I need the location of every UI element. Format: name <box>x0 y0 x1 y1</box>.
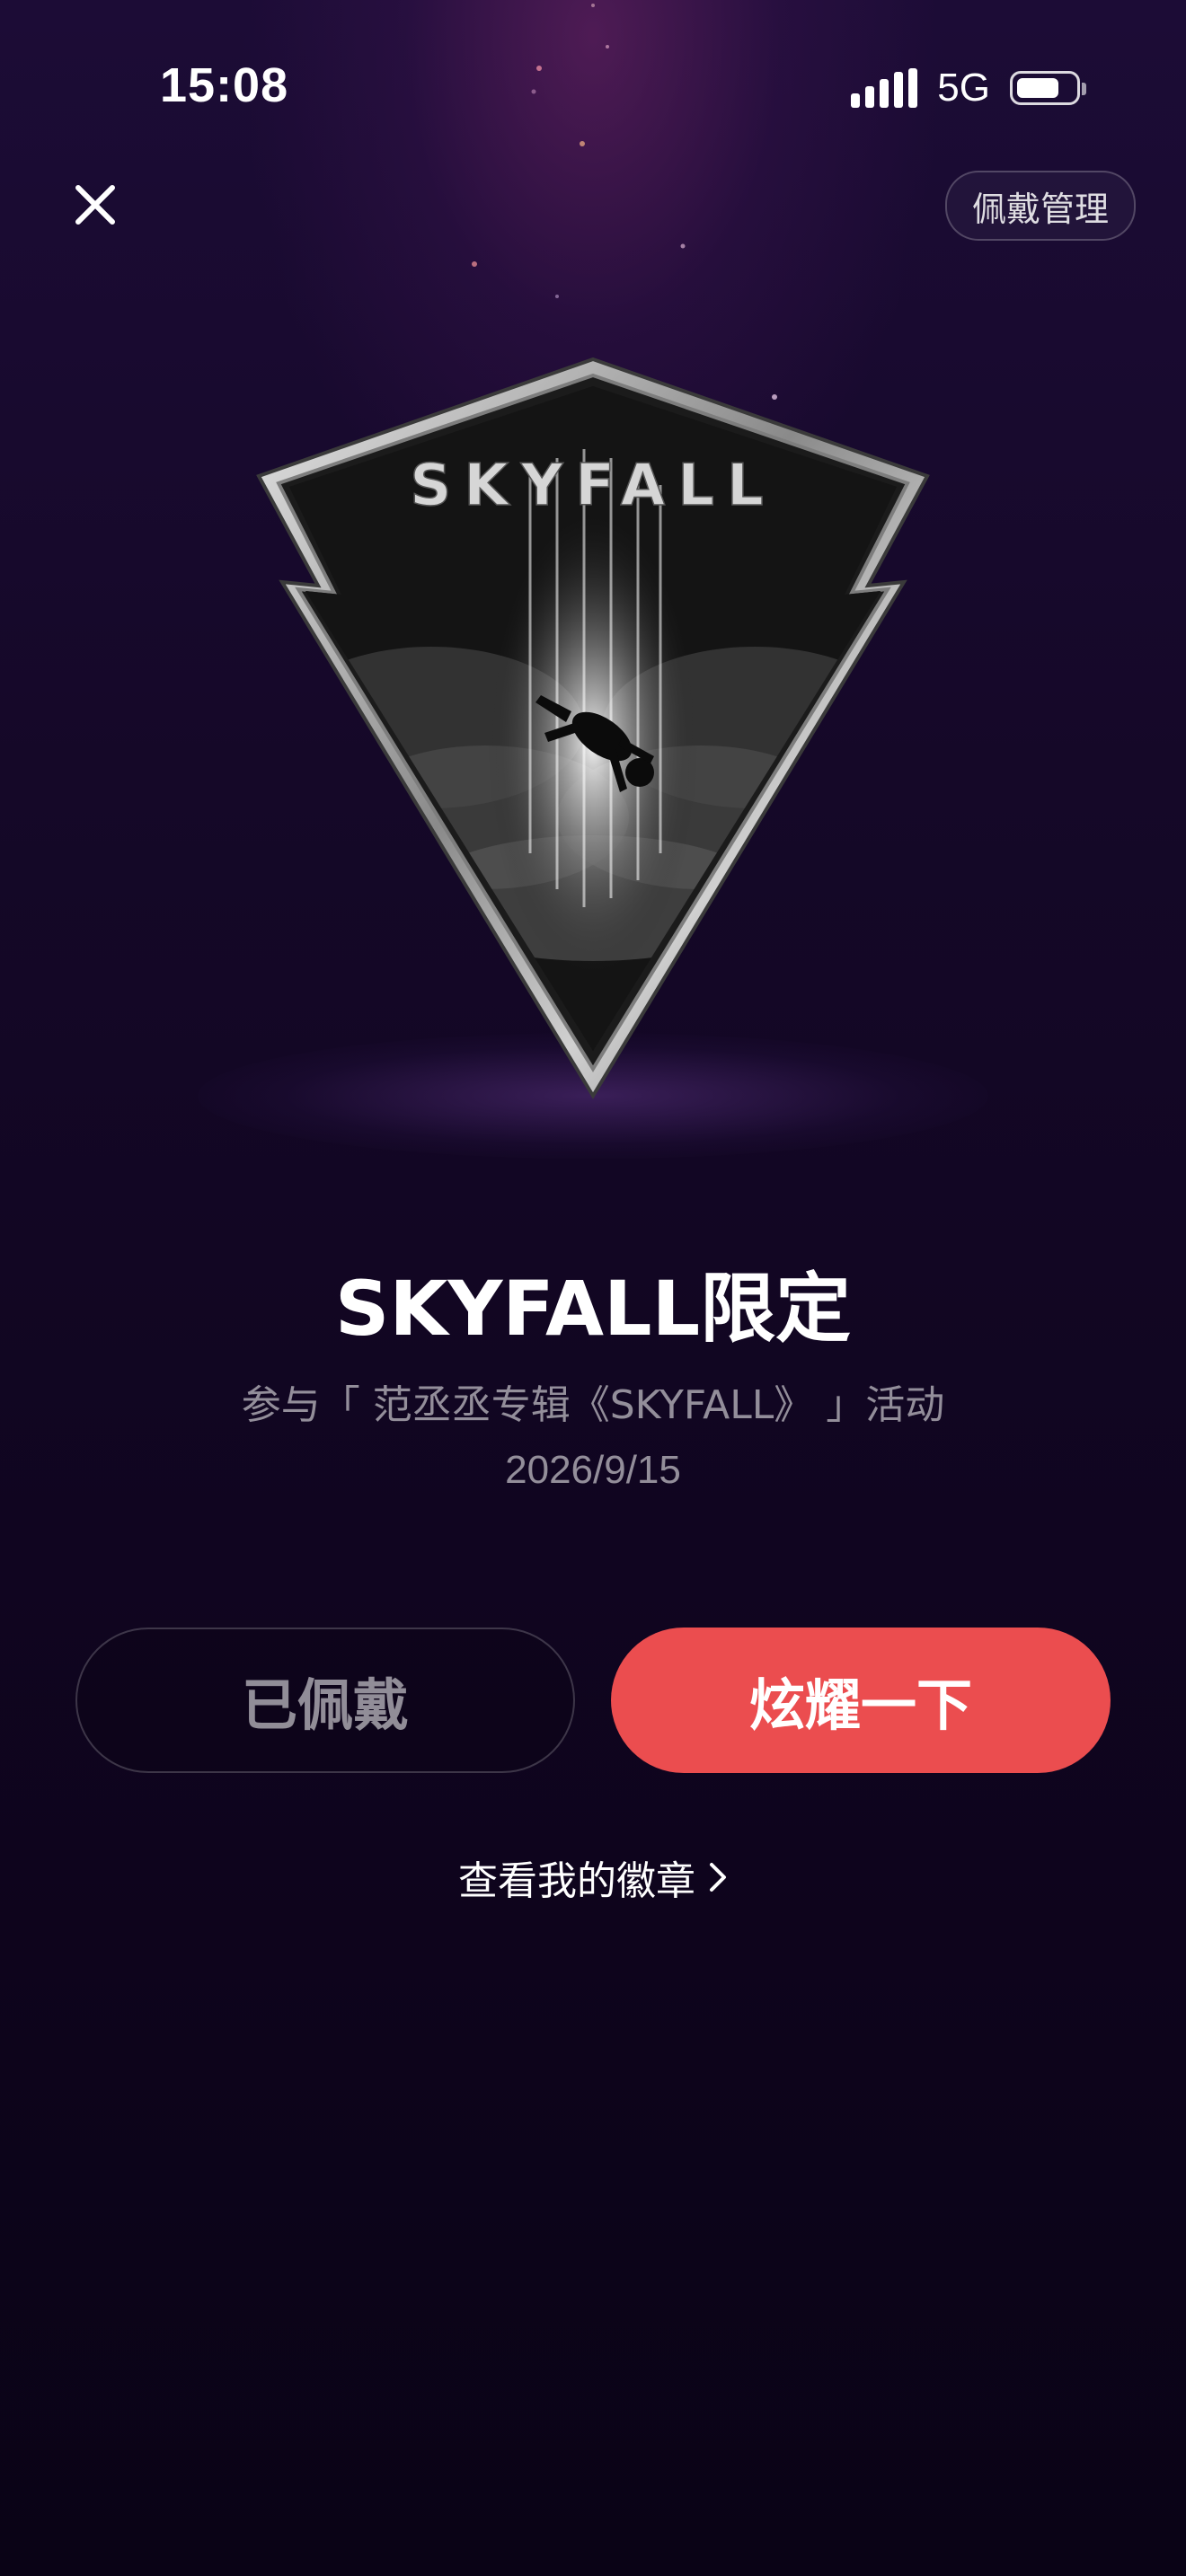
badge-date: 2026/9/15 <box>505 1448 681 1492</box>
badge-description: 参与「 范丞丞专辑《SKYFALL》 」活动 <box>241 1382 945 1428</box>
view-my-badges-link[interactable]: 查看我的徽章 <box>0 1848 1186 1906</box>
view-my-badges-label: 查看我的徽章 <box>458 1858 695 1904</box>
show-off-button[interactable]: 炫耀一下 <box>611 1628 1111 1773</box>
skyfall-badge-image: SKYFALL <box>256 357 930 1099</box>
chevron-right-icon <box>710 1863 726 1892</box>
badge-title-text: SKYFALL <box>410 453 776 519</box>
badge-title: SKYFALL限定 <box>334 1265 852 1353</box>
worn-button[interactable]: 已佩戴 <box>75 1628 575 1773</box>
